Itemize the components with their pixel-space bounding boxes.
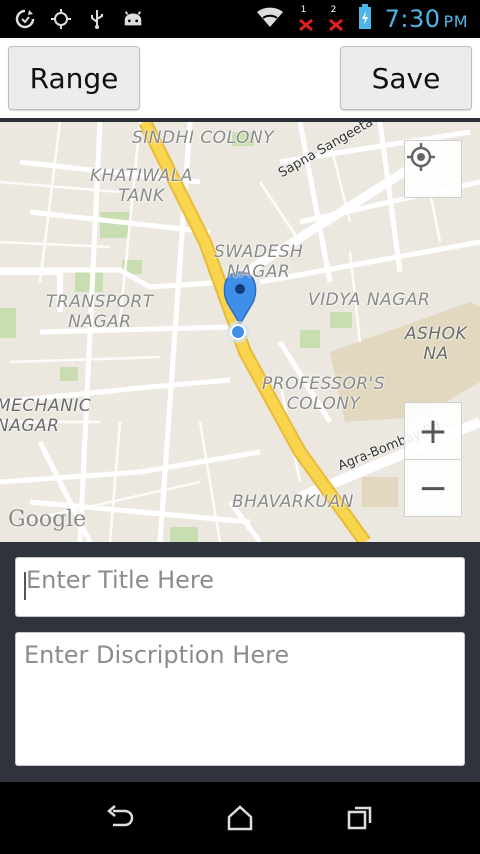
recent-apps-icon — [347, 806, 372, 830]
google-logo: Google — [8, 507, 87, 532]
status-icons-right: 1 2 7:30 PM — [255, 4, 468, 34]
back-button[interactable] — [100, 800, 140, 836]
my-location-button[interactable] — [404, 140, 462, 198]
description-input[interactable]: Enter Discription Here — [15, 632, 465, 766]
map-label: SINDHI COLONY — [132, 128, 274, 148]
battery-icon — [357, 4, 373, 34]
wifi-icon — [255, 6, 285, 32]
status-bar: 1 2 7:30 PM — [0, 0, 480, 38]
description-placeholder: Enter Discription Here — [24, 641, 290, 669]
title-placeholder: Enter Title Here — [26, 566, 215, 594]
save-button[interactable]: Save — [340, 46, 472, 110]
recent-apps-button[interactable] — [340, 800, 380, 836]
back-icon — [107, 805, 134, 827]
map-label: TRANSPORT NAGAR — [46, 292, 154, 332]
map-label: KHATIWALA TANK — [90, 166, 193, 206]
map-label: ASHOK NA — [404, 324, 468, 364]
map-view[interactable]: SINDHI COLONY KHATIWALA TANK SWADESH NAG… — [0, 122, 480, 542]
navigation-bar — [0, 782, 480, 854]
android-icon — [122, 8, 144, 30]
map-label: BHAVARKUAN — [232, 492, 354, 512]
range-button[interactable]: Range — [8, 46, 140, 110]
title-input[interactable]: Enter Title Here — [15, 557, 465, 617]
signal-icon: 2 — [327, 5, 345, 33]
map-label: VIDYA NAGAR — [308, 290, 431, 310]
map-label: PROFESSOR'S COLONY — [262, 374, 386, 414]
home-button[interactable] — [220, 800, 260, 836]
sync-icon — [14, 8, 36, 30]
toolbar: Range Save — [0, 38, 480, 122]
status-time: 7:30 PM — [384, 5, 468, 33]
crosshair-icon — [407, 143, 435, 171]
map-label: MECHANIC NAGAR — [0, 396, 92, 436]
map-label: SWADESH NAGAR — [214, 242, 304, 282]
usb-icon — [86, 8, 108, 30]
zoom-in-button[interactable]: + — [404, 402, 462, 460]
signal-icon: 1 — [297, 5, 315, 33]
home-icon — [227, 805, 253, 831]
form-panel: Enter Title Here Enter Discription Here — [0, 542, 480, 782]
zoom-out-button[interactable]: − — [404, 459, 462, 517]
gps-icon — [50, 8, 72, 30]
status-icons-left — [14, 8, 144, 30]
